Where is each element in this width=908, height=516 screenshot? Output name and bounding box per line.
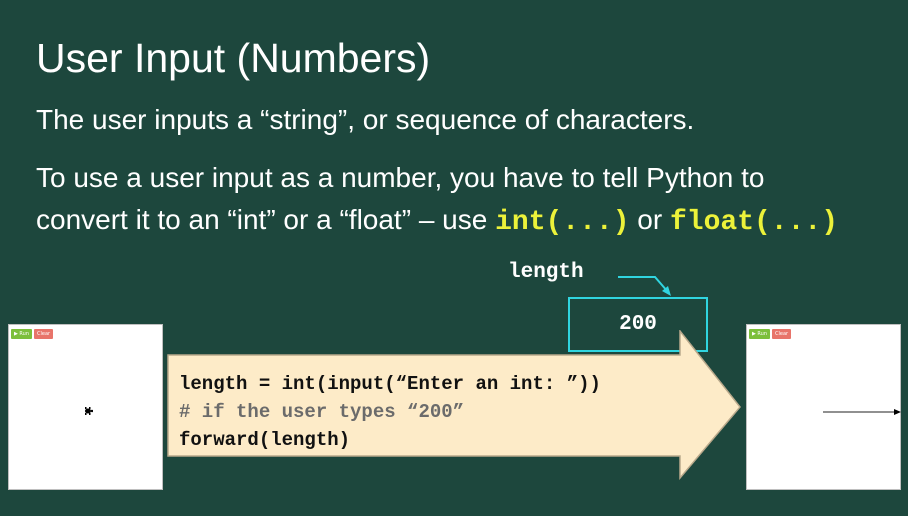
run-button[interactable]: ▶ Run [11, 329, 33, 339]
clear-button[interactable]: Clear [772, 329, 792, 339]
turtle-trail-line [823, 409, 901, 415]
code-line-comment: # if the user types “200” [179, 401, 465, 423]
turtle-canvas-after: ▶ Run Clear [746, 324, 901, 490]
run-button[interactable]: ▶ Run [749, 329, 771, 339]
turtle-arrow-icon [894, 409, 901, 415]
turtle-icon [85, 407, 93, 415]
code-line-forward: forward(length) [179, 429, 351, 451]
code-block: length = int(input(“Enter an int: ”)) # … [179, 370, 601, 454]
clear-button[interactable]: Clear [34, 329, 54, 339]
code-line-input: length = int(input(“Enter an int: ”)) [179, 373, 601, 395]
turtle-canvas-before: ▶ Run Clear [8, 324, 163, 490]
